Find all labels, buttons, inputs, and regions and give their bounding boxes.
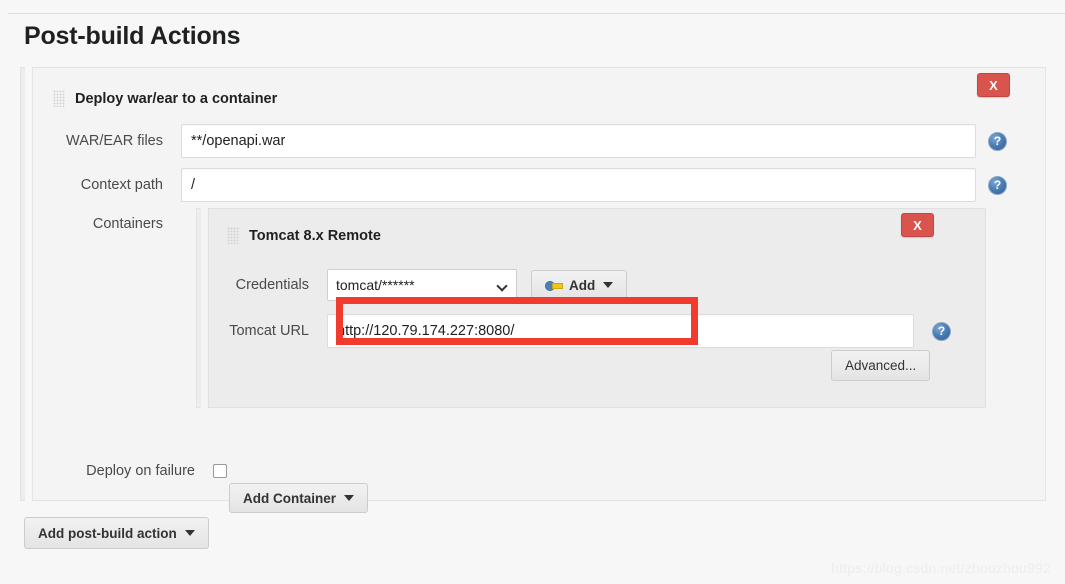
help-icon[interactable]: ? — [988, 175, 1007, 195]
add-credentials-button[interactable]: Add — [531, 270, 628, 300]
block-drag-bar[interactable] — [20, 67, 25, 501]
add-container-label: Add Container — [243, 490, 336, 506]
watermark: https://blog.csdn.net/zhouzhou992 — [831, 560, 1051, 576]
key-icon — [545, 279, 563, 291]
add-post-build-action-button[interactable]: Add post-build action — [24, 517, 209, 549]
drag-handle-icon[interactable] — [227, 227, 239, 244]
deploy-on-failure-checkbox[interactable] — [213, 464, 227, 478]
credentials-select-wrapper[interactable]: tomcat/****** — [327, 269, 517, 301]
containers-label: Containers — [92, 216, 163, 232]
deploy-on-failure-row: Deploy on failure — [33, 463, 227, 479]
credentials-row: Credentials tomcat/****** Add — [179, 269, 628, 301]
drag-handle-icon[interactable] — [53, 90, 65, 107]
help-icon[interactable]: ? — [932, 321, 951, 341]
remove-post-build-action-button[interactable]: X — [977, 73, 1010, 97]
context-path-input[interactable]: / — [181, 168, 976, 202]
chevron-down-icon — [184, 530, 195, 536]
chevron-down-icon — [344, 495, 354, 501]
containers-row: Containers — [33, 216, 181, 232]
help-icon[interactable]: ? — [988, 131, 1007, 151]
tomcat-url-row: Tomcat URL http://120.79.174.227:8080/ ? — [179, 314, 951, 348]
container-block: Tomcat 8.x Remote Credentials tomcat/***… — [196, 208, 986, 408]
war-files-input[interactable]: **/openapi.war — [181, 124, 976, 158]
container-heading: Tomcat 8.x Remote — [227, 227, 381, 244]
advanced-button[interactable]: Advanced... — [831, 350, 931, 381]
add-container-button[interactable]: Add Container — [229, 483, 368, 513]
add-credentials-label: Add — [569, 277, 596, 293]
top-divider — [8, 13, 1065, 14]
deploy-section-heading: Deploy war/ear to a container — [53, 90, 277, 107]
advanced-label: Advanced... — [845, 358, 917, 373]
remove-container-button[interactable]: X — [901, 213, 934, 237]
context-path-row: Context path / ? — [33, 168, 1007, 202]
tomcat-url-label: Tomcat URL — [229, 323, 309, 339]
tomcat-container-panel: Tomcat 8.x Remote Credentials tomcat/***… — [208, 208, 986, 408]
deploy-section-title: Deploy war/ear to a container — [75, 90, 278, 107]
deploy-on-failure-label: Deploy on failure — [86, 463, 195, 479]
credentials-select[interactable]: tomcat/****** — [327, 269, 517, 301]
container-drag-bar[interactable] — [196, 208, 201, 408]
credentials-label: Credentials — [235, 277, 309, 293]
war-files-label: WAR/EAR files — [66, 133, 163, 149]
container-title: Tomcat 8.x Remote — [249, 227, 381, 244]
war-files-row: WAR/EAR files **/openapi.war ? — [33, 124, 1007, 158]
tomcat-url-input[interactable]: http://120.79.174.227:8080/ — [327, 314, 914, 348]
context-path-label: Context path — [80, 177, 163, 193]
chevron-down-icon — [603, 282, 614, 288]
page-title: Post-build Actions — [24, 22, 241, 50]
add-post-build-action-label: Add post-build action — [38, 525, 177, 541]
